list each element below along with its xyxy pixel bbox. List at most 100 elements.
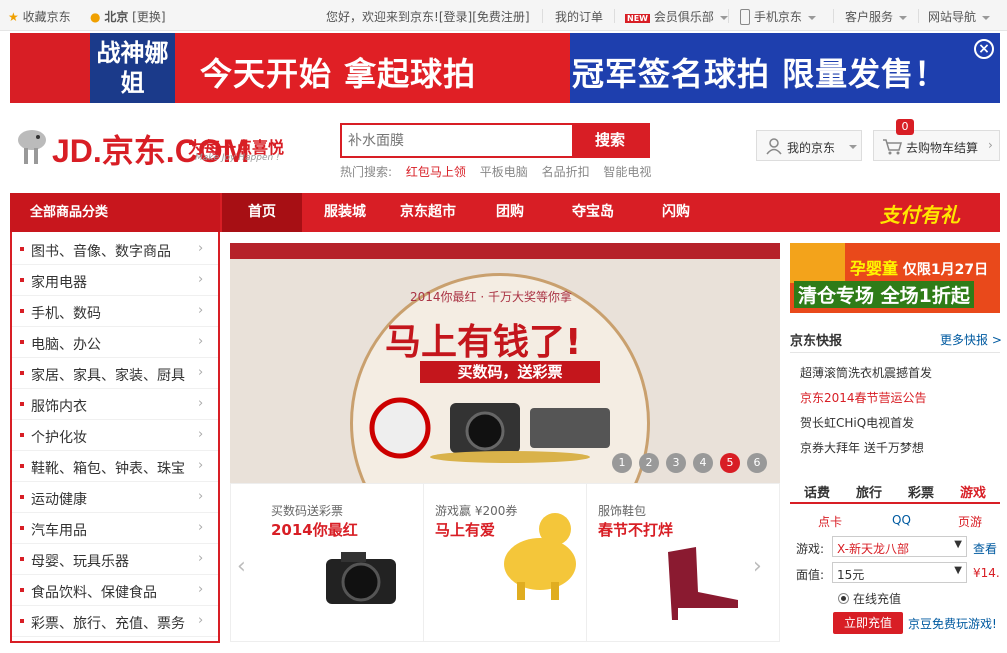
register-link[interactable]: [免费注册] [472,10,529,24]
location-pin-icon: ● [90,10,101,24]
nav-item-flash[interactable]: 闪购 [636,193,716,232]
subtab-card[interactable]: 点卡 [818,513,842,530]
hot-label: 热门搜索: [340,165,393,179]
news-item[interactable]: 贺长虹CHiQ电视首发 [800,414,914,431]
recharge-tabs: 话费 旅行 彩票 游戏 [790,476,1000,504]
chevron-right-icon: › [198,551,204,566]
banner-left-text: 战神娜姐 [90,33,175,103]
page-dot[interactable]: 2 [639,453,659,473]
list-item[interactable]: 鞋靴、箱包、钟表、珠宝 › [12,451,218,482]
chevron-right-icon: › [198,458,204,473]
list-item[interactable]: 图书、音像、数字商品 › [12,234,218,265]
news-item[interactable]: 超薄滚筒洗衣机震撼首发 [800,364,932,381]
my-orders-link[interactable]: 我的订单 [555,8,603,25]
list-item[interactable]: 母婴、玩具乐器 › [12,544,218,575]
product-carousel: ‹ 买数码送彩票 2014你最红 游戏赢 ¥200券 马上有爱 服饰鞋包 春节不… [230,483,780,642]
subtab-webgame[interactable]: 页游 [958,513,982,530]
close-icon[interactable]: × [974,39,994,59]
side-ad[interactable]: 孕婴童 仅限1月27日 清仓专场 全场1折起 [790,243,1000,313]
page-dot-active[interactable]: 5 [720,453,740,473]
tab-lottery[interactable]: 彩票 [908,482,934,501]
chevron-right-icon: › [198,241,204,256]
my-jd-button[interactable]: 我的京东 [756,130,862,161]
hot-term[interactable]: 平板电脑 [480,165,528,179]
jd-bean-link[interactable]: 京豆免费玩游戏! [908,615,997,632]
triangle-down-icon: ▼ [954,539,962,550]
news-item[interactable]: 京券大拜年 送千万梦想 [800,439,924,456]
nav-item-supermarket[interactable]: 京东超市 [388,193,468,232]
game-view-link[interactable]: 查看 [973,540,997,557]
login-link[interactable]: [登录] [439,10,472,24]
page-dot[interactable]: 6 [747,453,767,473]
slideshow[interactable]: 2014你最红 · 千万大奖等你拿 马上有钱了! 买数码，送彩票 1 2 3 4… [230,243,780,483]
product-card[interactable]: 服饰鞋包 春节不打烊 [588,484,743,641]
list-item[interactable]: 家用电器 › [12,265,218,296]
tab-travel[interactable]: 旅行 [856,482,882,501]
news-item[interactable]: 京东2014春节营运公告 [800,389,927,406]
page-dot[interactable]: 1 [612,453,632,473]
cart-count-badge: 0 [896,119,914,135]
all-categories[interactable]: 全部商品分类 [10,193,220,232]
price-amount: ¥14. [973,566,1000,580]
tab-game[interactable]: 游戏 [960,482,986,501]
list-item[interactable]: 个护化妆 › [12,420,218,451]
jd-logo[interactable]: JD.京东.COM [12,122,249,172]
list-item[interactable]: 手机、数码 › [12,296,218,327]
promo-banner[interactable]: 战神娜姐 今天开始 拿起球拍 冠军签名球拍 限量发售！ × [10,33,1000,103]
site-nav-link[interactable]: 网站导航 [928,8,991,25]
charge-button[interactable]: 立即充值 [833,612,903,634]
cart-button[interactable]: 0 去购物车结算 › [873,119,1000,161]
chevron-left-icon[interactable]: ‹ [237,554,246,579]
list-item[interactable]: 彩票、旅行、充值、票务 › [12,606,218,637]
subtab-qq[interactable]: QQ [892,513,911,527]
ad-date: 仅限1月27日 [902,262,989,278]
slide-top-line: 2014你最红 · 千万大奖等你拿 [410,290,572,304]
chevron-right-icon[interactable]: › [753,554,762,579]
chevron-down-icon [849,145,857,149]
member-club-link[interactable]: NEW 会员俱乐部 [625,8,728,25]
main-nav: 全部商品分类 首页 服装城 京东超市 团购 夺宝岛 闪购 支付有礼 [10,193,1000,232]
list-item[interactable]: 汽车用品 › [12,513,218,544]
favorite-link[interactable]: ★ 收藏京东 [8,8,71,25]
hot-term[interactable]: 名品折扣 [542,165,590,179]
search-button[interactable]: 搜索 [572,125,648,156]
news-more-link[interactable]: 更多快报 > [940,331,1002,348]
hot-term[interactable]: 智能电视 [603,165,651,179]
chevron-right-icon: › [198,396,204,411]
search-input[interactable] [342,125,572,156]
customer-service-link[interactable]: 客户服务 [845,8,908,25]
list-item[interactable]: 电脑、办公 › [12,327,218,358]
recharge-subtabs: 点卡 QQ 页游 [790,506,1000,534]
slide-headline: 马上有钱了! [385,322,582,363]
cart-icon [883,139,902,155]
ad-brand: 孕婴童 [850,259,899,278]
list-item[interactable]: 食品饮料、保健食品 › [12,575,218,606]
hot-searches: 热门搜索: 红包马上领 平板电脑 名品折扣 智能电视 [340,163,661,180]
page-dot[interactable]: 4 [693,453,713,473]
mobile-jd-link[interactable]: 手机京东 [740,8,816,25]
product-card[interactable]: 游戏赢 ¥200券 马上有爱 [425,484,580,641]
nav-item-groupbuy[interactable]: 团购 [470,193,550,232]
page-dot[interactable]: 3 [666,453,686,473]
banner-headline: 今天开始 拿起球拍 [200,55,477,93]
boot-image [668,547,738,620]
nav-item-treasure[interactable]: 夺宝岛 [553,193,633,232]
gold-horse-image [504,513,576,600]
category-list: 图书、音像、数字商品 › 家用电器 › 手机、数码 › 电脑、办公 › 家居、家具、家装… [10,232,220,643]
online-recharge-radio[interactable]: 在线充值 [838,590,901,607]
game-select[interactable]: X-新天龙八部 ▼ [832,536,967,557]
pay-promo[interactable]: 支付有礼 [880,199,960,228]
list-item[interactable]: 运动健康 › [12,482,218,513]
location-selector[interactable]: ● 北京 [更换] [90,8,166,25]
nav-item-clothing[interactable]: 服装城 [305,193,385,232]
my-jd-label: 我的京东 [787,141,836,155]
nav-item-home[interactable]: 首页 [222,193,302,232]
price-select[interactable]: 15元 ▼ [832,562,967,583]
product-card[interactable]: 买数码送彩票 2014你最红 [261,484,416,641]
user-icon [766,138,782,155]
tab-phone[interactable]: 话费 [804,482,830,501]
list-item[interactable]: 家居、家具、家装、厨具 › [12,358,218,389]
new-badge: NEW [625,14,650,23]
hot-term[interactable]: 红包马上领 [406,165,466,179]
list-item[interactable]: 服饰内衣 › [12,389,218,420]
